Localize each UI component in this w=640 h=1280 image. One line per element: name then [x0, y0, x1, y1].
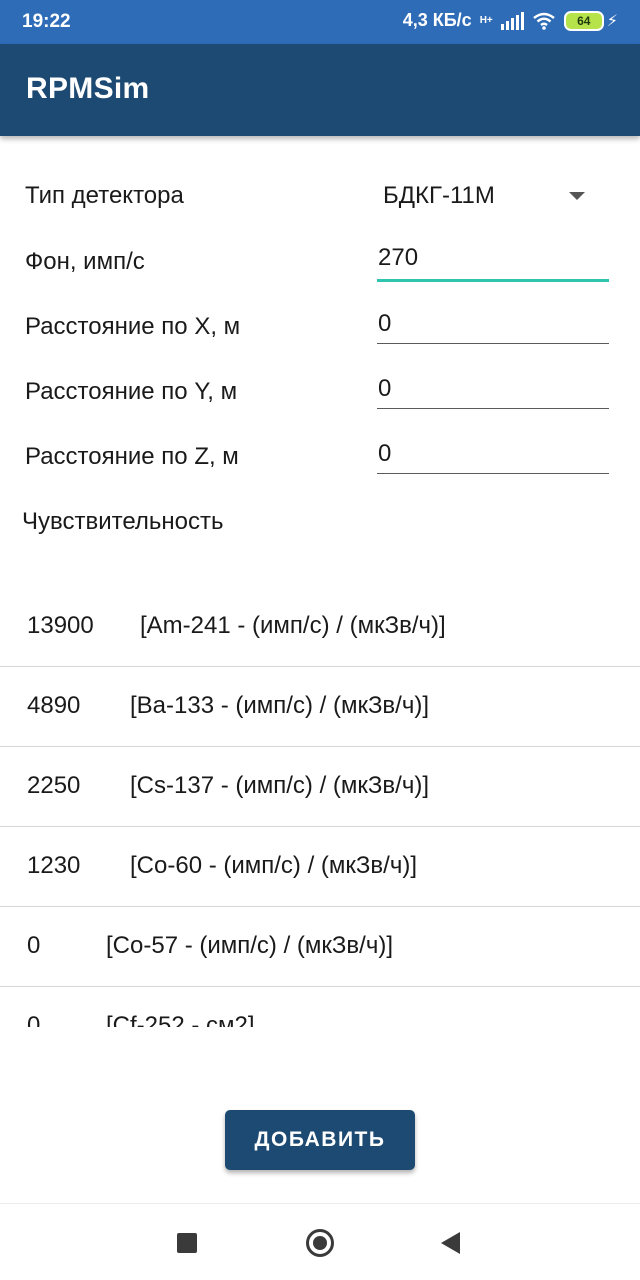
list-item-description: [Cf-252 - см2]	[106, 1012, 255, 1027]
background-field[interactable]: 270	[377, 238, 609, 282]
background-label: Фон, имп/с	[25, 248, 145, 275]
status-bar: 19:22 4,3 КБ/с H+ 64 ⚡	[0, 0, 640, 44]
distance-y-label: Расстояние по Y, м	[25, 378, 238, 405]
back-icon[interactable]	[441, 1232, 460, 1254]
list-item-description: [Co-60 - (имп/с) / (мкЗв/ч)]	[130, 852, 417, 879]
recent-apps-icon[interactable]	[177, 1233, 197, 1253]
list-item[interactable]: 0 [Cf-252 - см2]	[0, 987, 640, 1027]
list-item[interactable]: 4890 [Ba-133 - (имп/с) / (мкЗв/ч)]	[0, 667, 640, 747]
dropdown-arrow-icon	[569, 192, 585, 200]
distance-z-label: Расстояние по Z, м	[25, 443, 239, 470]
list-item[interactable]: 0 [Co-57 - (имп/с) / (мкЗв/ч)]	[0, 907, 640, 987]
signal-icon	[500, 11, 524, 30]
list-item-description: [Ba-133 - (имп/с) / (мкЗв/ч)]	[130, 692, 430, 719]
network-type: H+	[479, 14, 493, 26]
status-time: 19:22	[22, 11, 71, 32]
list-item-value: 0	[27, 932, 41, 959]
list-item-value: 13900	[27, 612, 94, 639]
distance-y-field[interactable]: 0	[377, 365, 609, 409]
battery-level: 64	[563, 10, 604, 31]
list-item-value: 2250	[27, 772, 81, 799]
distance-z-field[interactable]: 0	[377, 430, 609, 474]
status-indicators: 4,3 КБ/с H+ 64 ⚡	[403, 10, 618, 31]
sensitivity-title: Чувствительность	[22, 508, 224, 535]
distance-x-field[interactable]: 0	[377, 300, 609, 344]
distance-y-value: 0	[378, 375, 392, 402]
background-value: 270	[378, 244, 419, 271]
list-item-description: [Cs-137 - (имп/с) / (мкЗв/ч)]	[130, 772, 429, 799]
sensitivity-list[interactable]: 13900 [Am-241 - (имп/с) / (мкЗв/ч)] 4890…	[0, 587, 640, 1027]
detector-type-dropdown[interactable]: БДКГ-11М	[383, 178, 603, 218]
detector-type-label: Тип детектора	[25, 182, 184, 209]
app-title: RPMSim	[26, 72, 150, 105]
list-item[interactable]: 2250 [Cs-137 - (имп/с) / (мкЗв/ч)]	[0, 747, 640, 827]
distance-x-label: Расстояние по X, м	[25, 313, 241, 340]
distance-x-value: 0	[378, 310, 392, 337]
distance-z-value: 0	[378, 440, 392, 467]
list-item-description: [Co-57 - (имп/с) / (мкЗв/ч)]	[106, 932, 393, 959]
list-item-value: 4890	[27, 692, 81, 719]
list-item[interactable]: 13900 [Am-241 - (имп/с) / (мкЗв/ч)]	[0, 587, 640, 667]
add-button[interactable]: ДОБАВИТЬ	[225, 1110, 415, 1170]
list-item-value: 1230	[27, 852, 81, 879]
list-item-value: 0	[27, 1012, 41, 1027]
app-bar: RPMSim	[0, 44, 640, 136]
battery-icon: 64 ⚡	[563, 10, 618, 31]
network-speed: 4,3 КБ/с	[402, 10, 472, 30]
navigation-bar	[0, 1203, 640, 1280]
home-icon[interactable]	[306, 1229, 334, 1257]
detector-type-value: БДКГ-11М	[383, 182, 495, 209]
list-item[interactable]: 1230 [Co-60 - (имп/с) / (мкЗв/ч)]	[0, 827, 640, 907]
list-item-description: [Am-241 - (имп/с) / (мкЗв/ч)]	[140, 612, 446, 639]
wifi-icon	[532, 12, 555, 30]
charging-icon: ⚡	[606, 12, 618, 30]
